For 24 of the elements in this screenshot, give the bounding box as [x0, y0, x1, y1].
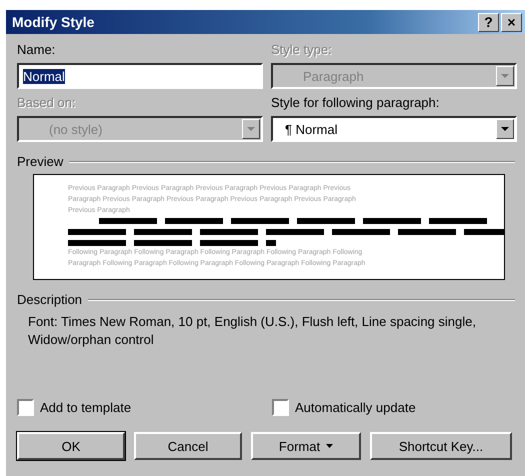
field-label: Style for following paragraph: [271, 95, 440, 111]
field-label: Style type: [271, 42, 333, 58]
caret-icon [247, 126, 255, 132]
section-label: Preview [17, 154, 64, 169]
section-label: Description [17, 292, 82, 307]
close-button[interactable]: × [501, 12, 522, 32]
checkbox[interactable] [272, 399, 289, 416]
checkbox[interactable] [17, 399, 34, 416]
field-label: Name: [17, 42, 56, 58]
caret-icon [501, 74, 509, 78]
field-label: Based on: [17, 95, 77, 111]
caret-icon [326, 444, 334, 448]
checkbox-label[interactable]: Automatically update [295, 400, 416, 415]
dropdown[interactable]: ¶ Normal [271, 116, 517, 142]
description-text: Font: Times New Roman, 10 pt, English (U.S.), Flush left, Line spacing single, Widow/orphan control [28, 313, 477, 349]
help-button[interactable]: ? [478, 12, 499, 32]
dialog-button[interactable]: Shortcut Key... [370, 432, 512, 460]
dialog-button[interactable]: OK [17, 432, 125, 460]
dialog-button[interactable]: Cancel [134, 432, 242, 460]
dialog-button[interactable]: Format [251, 432, 361, 460]
checkbox-label[interactable]: Add to template [40, 400, 132, 415]
input-field[interactable]: Normal [17, 63, 263, 89]
window-title: Modify Style [12, 14, 96, 30]
caret-icon [501, 126, 509, 132]
